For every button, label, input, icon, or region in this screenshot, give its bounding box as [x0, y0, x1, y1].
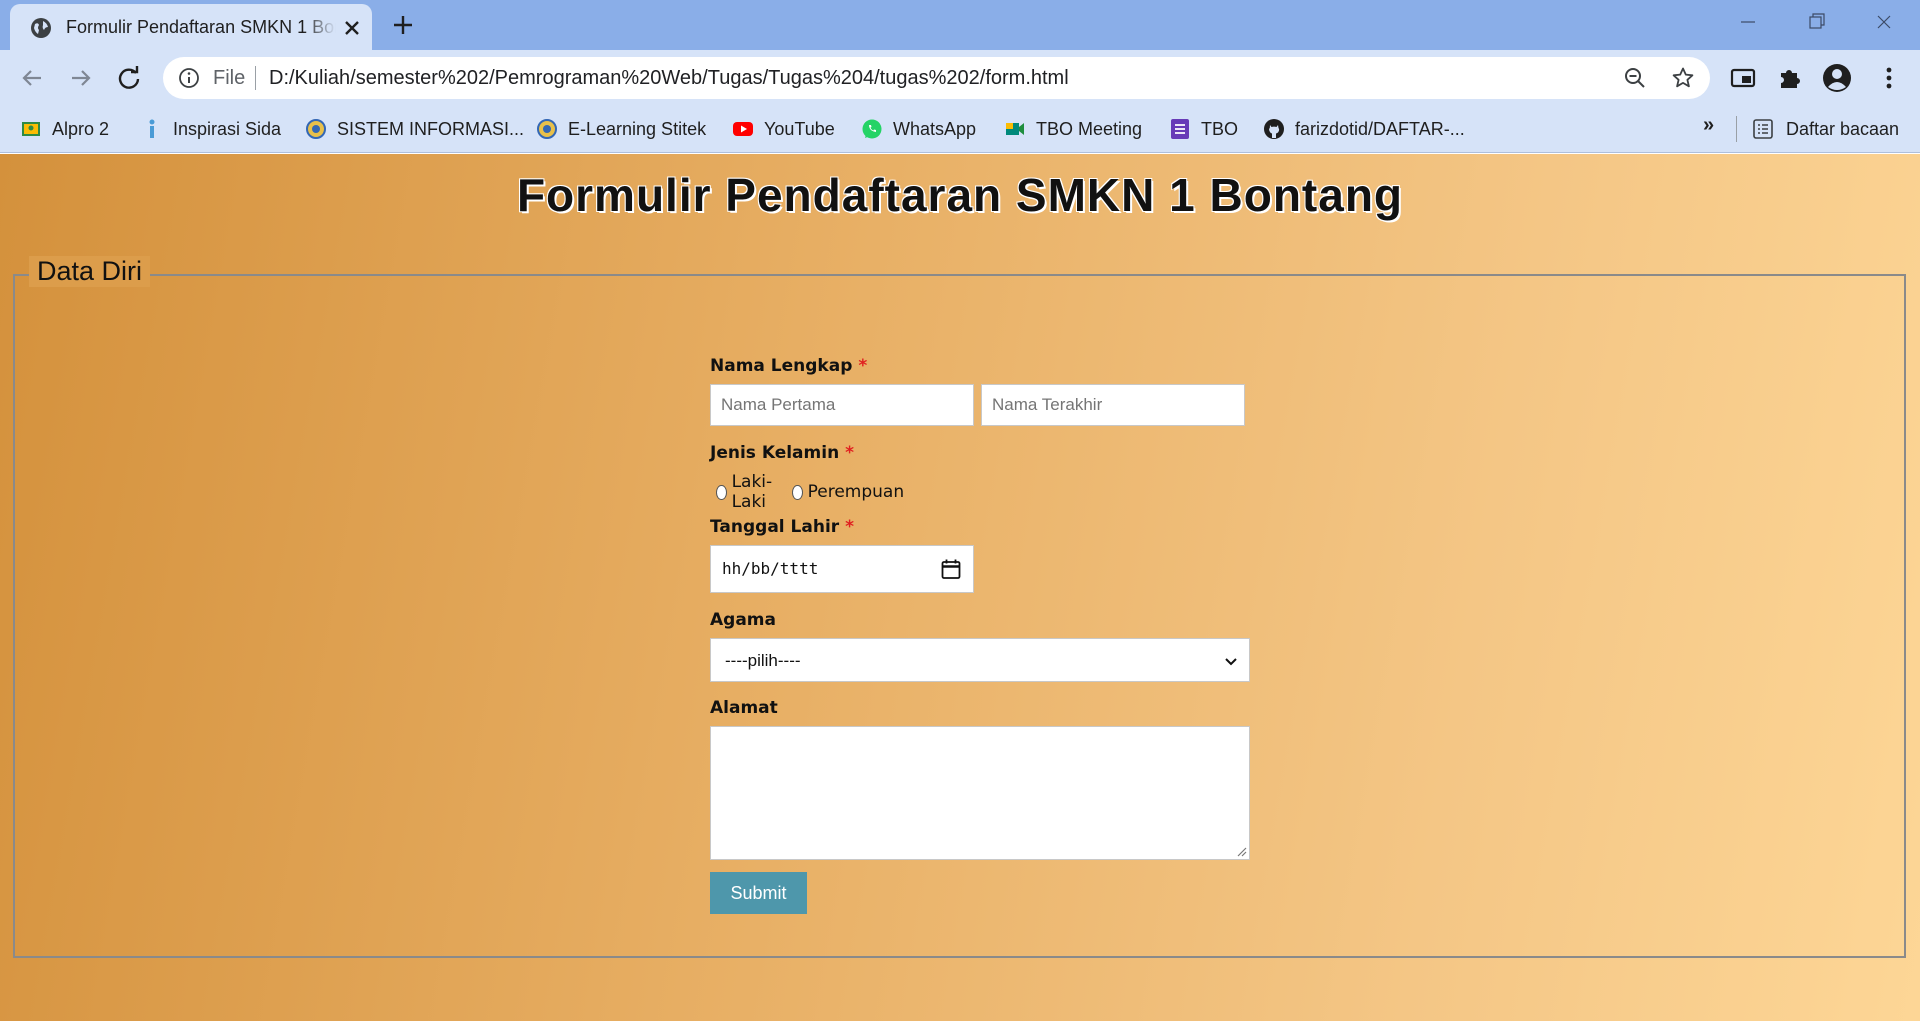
- radio-perempuan[interactable]: [792, 484, 803, 500]
- campus-icon: [537, 119, 557, 139]
- reload-icon[interactable]: [114, 63, 144, 93]
- dob-date-input[interactable]: hh/bb/tttt: [710, 545, 974, 593]
- bookmark-star-icon[interactable]: [1671, 66, 1695, 90]
- new-tab-icon[interactable]: [390, 12, 416, 38]
- browser-toolbar: File D:/Kuliah/semester%202/Pemrograman%…: [0, 50, 1920, 106]
- last-name-input[interactable]: [981, 384, 1245, 426]
- first-name-input[interactable]: [710, 384, 974, 426]
- forms-icon: [1171, 119, 1189, 139]
- bookmark-icon: [149, 119, 155, 138]
- religion-select[interactable]: ----pilih----: [710, 638, 1250, 682]
- required-mark: *: [858, 356, 868, 376]
- dob-placeholder: hh/bb/tttt: [722, 559, 819, 578]
- bookmark-inspirasi-sida[interactable]: Inspirasi Sida: [141, 115, 281, 143]
- radio-label-laki-laki[interactable]: Laki-Laki: [732, 472, 781, 512]
- address-bar[interactable]: File D:/Kuliah/semester%202/Pemrograman%…: [163, 57, 1710, 99]
- minimize-icon[interactable]: [1728, 6, 1768, 38]
- bookmark-label: TBO: [1201, 118, 1239, 139]
- radio-label-perempuan[interactable]: Perempuan: [808, 482, 905, 502]
- radio-laki-laki[interactable]: [716, 484, 727, 500]
- zoom-out-icon[interactable]: [1623, 66, 1647, 90]
- classroom-icon: [22, 122, 40, 136]
- extensions-icon[interactable]: [1775, 63, 1805, 93]
- divider: [255, 66, 256, 90]
- fieldset-legend: Data Diri: [29, 256, 151, 287]
- bookmark-whatsapp[interactable]: WhatsApp: [861, 115, 976, 143]
- close-window-icon[interactable]: [1864, 6, 1904, 38]
- chevron-down-icon: [1225, 658, 1237, 666]
- bookmark-tbo[interactable]: TBO: [1169, 115, 1238, 143]
- more-menu-icon[interactable]: [1874, 63, 1904, 93]
- github-icon: [1264, 119, 1284, 139]
- bookmark-youtube[interactable]: YouTube: [732, 115, 835, 143]
- data-diri-fieldset: Data Diri Nama Lengkap * Jenis Kelamin *…: [13, 256, 1906, 958]
- gender-options: Laki-Laki Perempuan: [716, 472, 904, 512]
- bookmark-label: E-Learning Stitek: [568, 118, 707, 139]
- bookmarks-bar: Alpro 2 Inspirasi Sida SISTEM INFORMASI.…: [0, 106, 1920, 153]
- url-text[interactable]: D:/Kuliah/semester%202/Pemrograman%20Web…: [269, 67, 1069, 90]
- reading-list-button[interactable]: Daftar bacaan: [1752, 115, 1899, 143]
- bookmark-label: farizdotid/DAFTAR-...: [1295, 118, 1465, 139]
- submit-button[interactable]: Submit: [710, 872, 807, 914]
- required-mark: *: [845, 517, 854, 537]
- restore-icon[interactable]: [1796, 6, 1836, 38]
- tab-title: Formulir Pendaftaran SMKN 1 Bontang: [66, 17, 336, 37]
- bookmark-e-learning-stitek[interactable]: E-Learning Stitek: [536, 115, 706, 143]
- bookmark-label: Alpro 2: [52, 118, 110, 139]
- divider: [1736, 116, 1737, 142]
- back-icon[interactable]: [17, 63, 47, 93]
- info-icon[interactable]: [178, 67, 200, 89]
- gender-label: Jenis Kelamin *: [710, 443, 854, 463]
- whatsapp-icon: [862, 119, 882, 139]
- bookmark-sistem-informasi[interactable]: SISTEM INFORMASI...: [305, 115, 524, 143]
- bookmark-label: SISTEM INFORMASI...: [337, 118, 525, 139]
- bookmark-label: YouTube: [764, 118, 835, 139]
- url-scheme: File: [213, 67, 246, 89]
- reading-list-label: Daftar bacaan: [1786, 118, 1900, 139]
- close-tab-icon[interactable]: [340, 16, 364, 40]
- picture-in-picture-icon[interactable]: [1728, 63, 1758, 93]
- more-bookmarks-button[interactable]: »: [1703, 114, 1714, 137]
- name-label-text: Nama Lengkap: [710, 356, 853, 376]
- browser-tab[interactable]: Formulir Pendaftaran SMKN 1 Bontang: [10, 4, 372, 50]
- reading-list-icon: [1753, 119, 1773, 139]
- bookmark-label: WhatsApp: [893, 118, 977, 139]
- bookmark-label: TBO Meeting: [1036, 118, 1143, 139]
- bookmark-farizdotid[interactable]: farizdotid/DAFTAR-...: [1263, 115, 1465, 143]
- resize-handle-icon[interactable]: [1235, 845, 1247, 857]
- dob-label-text: Tanggal Lahir: [710, 517, 840, 537]
- profile-avatar-icon[interactable]: [1822, 63, 1852, 93]
- forward-icon[interactable]: [66, 63, 96, 93]
- address-label: Alamat: [710, 698, 778, 718]
- dob-label: Tanggal Lahir *: [710, 517, 854, 537]
- page-content: Formulir Pendaftaran SMKN 1 Bontang Data…: [0, 154, 1920, 1021]
- religion-selected-value: ----pilih----: [725, 651, 801, 670]
- globe-icon: [31, 18, 51, 38]
- youtube-icon: [733, 122, 753, 136]
- gender-label-text: Jenis Kelamin: [710, 443, 840, 463]
- religion-label: Agama: [710, 610, 776, 630]
- bookmark-alpro-2[interactable]: Alpro 2: [20, 115, 109, 143]
- page-title: Formulir Pendaftaran SMKN 1 Bontang: [516, 169, 1404, 221]
- bookmark-label: Inspirasi Sida: [173, 118, 282, 139]
- tab-strip: Formulir Pendaftaran SMKN 1 Bontang: [0, 0, 1920, 50]
- required-mark: *: [845, 443, 854, 463]
- address-textarea[interactable]: [710, 726, 1250, 860]
- meet-icon: [1006, 123, 1024, 135]
- calendar-icon[interactable]: [940, 558, 962, 580]
- bookmark-tbo-meeting[interactable]: TBO Meeting: [1004, 115, 1142, 143]
- name-label: Nama Lengkap *: [710, 356, 867, 376]
- campus-icon: [306, 119, 326, 139]
